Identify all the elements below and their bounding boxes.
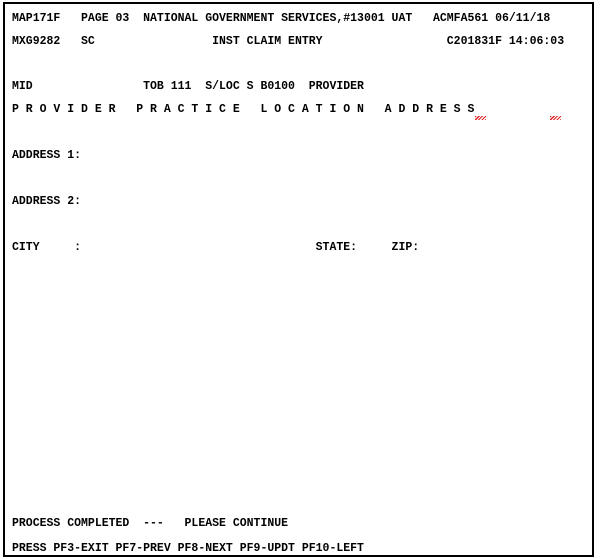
address-1-field[interactable]: ADDRESS 1: xyxy=(12,149,81,165)
spellcheck-squiggle-icon xyxy=(475,116,486,120)
terminal-screen: MAP171F PAGE 03 NATIONAL GOVERNMENT SERV… xyxy=(0,0,600,559)
terminal-character-grid: MAP171F PAGE 03 NATIONAL GOVERNMENT SERV… xyxy=(5,4,596,559)
header-line-2: MXG9282 SC INST CLAIM ENTRY C201831F 14:… xyxy=(12,35,565,48)
city-state-zip-field-row[interactable]: CITY : STATE: ZIP: xyxy=(12,241,419,257)
terminal-frame-border: MAP171F PAGE 03 NATIONAL GOVERNMENT SERV… xyxy=(3,2,594,557)
pf-key-legend[interactable]: PRESS PF3-EXIT PF7-PREV PF8-NEXT PF9-UPD… xyxy=(12,542,364,558)
header-line-1: MAP171F PAGE 03 NATIONAL GOVERNMENT SERV… xyxy=(12,12,551,25)
address-2-field[interactable]: ADDRESS 2: xyxy=(12,195,81,211)
status-message: PROCESS COMPLETED --- PLEASE CONTINUE xyxy=(12,517,289,530)
claim-key-bar[interactable]: MID TOB 111 S/LOC S B0100 PROVIDER xyxy=(12,80,364,96)
empty-entry-area xyxy=(12,259,587,509)
spellcheck-squiggle-icon xyxy=(550,116,561,120)
section-banner-title: P R O V I D E R P R A C T I C E L O C A … xyxy=(12,103,475,116)
